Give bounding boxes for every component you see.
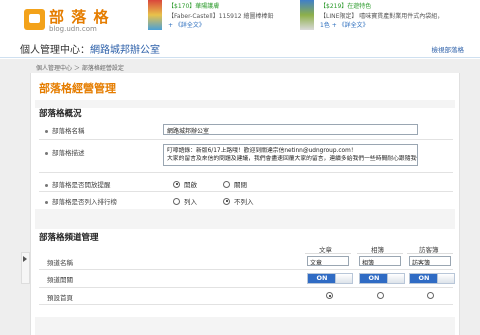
channel-name-guestbook-input[interactable]: 訪客簿 <box>409 256 451 266</box>
row-divider <box>39 304 453 305</box>
office-link[interactable]: 網路城邦辦公室 <box>90 45 160 56</box>
default-home-articles-radio[interactable] <box>326 292 333 299</box>
blog-description-label: 部落格描述 <box>45 147 85 157</box>
logo-subtitle: blog.udn.com <box>49 25 97 33</box>
ad-thumbnail <box>148 0 162 30</box>
blog-name-input[interactable]: 網路城邦辦公室 <box>163 124 418 135</box>
blog-name-label: 部落格名稱 <box>45 125 85 135</box>
ad-headline[interactable]: 【$170】華陽護膚 <box>168 1 219 10</box>
description-line: 叮嚀語錄：新版6/17上路哦！歡迎到關達宗信netinn@udngroup.co… <box>167 148 357 154</box>
comment-option-open[interactable]: 開啟 <box>173 179 197 189</box>
section-divider <box>35 317 455 335</box>
default-home-albums-radio[interactable] <box>377 292 384 299</box>
column-underline <box>357 253 403 254</box>
settings-panel: 部落格經營管理 部落格概況 部落格名稱 網路城邦辦公室 部落格描述 叮嚀語錄：新… <box>30 73 460 335</box>
row-divider <box>39 139 453 140</box>
breadcrumb: 個人管理中心 ＞ 部落格經營設定 <box>36 63 124 72</box>
channel-title: 部落格頻道管理 <box>39 233 99 243</box>
channel-name-label: 頻道名稱 <box>47 259 73 267</box>
toggle-knob <box>387 274 404 283</box>
breadcrumb-current: 部落格經營設定 <box>81 65 124 72</box>
row-divider <box>39 287 453 288</box>
ad-banner-1[interactable]: 【$170】華陽護膚 【Faber-Castell】115912 繪圖棒棒鉛 +… <box>148 0 298 32</box>
ad-banner-2[interactable]: 【$219】在遊特色 【LINE限定】 嘻味寶貫產對業用件式內袋組， 1色 + … <box>300 0 475 32</box>
toggle-on-label: ON <box>360 274 388 283</box>
breadcrumb-home[interactable]: 個人管理中心 <box>36 65 72 72</box>
ad-more-link[interactable]: 1色 + 《詳全文》 <box>320 20 369 29</box>
ad-headline[interactable]: 【$219】在遊特色 <box>320 1 371 10</box>
toggle-on-label: ON <box>410 274 438 283</box>
heading-prefix: 個人管理中心： <box>20 45 90 56</box>
page-titlebar: 個人管理中心：網路城邦辦公室 檢視部落格 <box>0 38 480 58</box>
ad-thumbnail <box>300 0 314 30</box>
overview-title: 部落格概況 <box>39 109 82 119</box>
ad-text: 【Faber-Castell】115912 繪圖棒棒鉛 <box>168 13 274 20</box>
row-divider <box>39 269 453 270</box>
ranking-label: 部落格是否列入排行榜 <box>45 196 117 206</box>
articles-channel-toggle[interactable]: ON <box>307 273 353 284</box>
ad-text: 【LINE限定】 嘻味寶貫產對業用件式內袋組， <box>320 13 444 20</box>
logo-title: 部 落 格 <box>49 8 110 26</box>
albums-channel-toggle[interactable]: ON <box>359 273 405 284</box>
toggle-on-label: ON <box>308 274 336 283</box>
toggle-knob <box>437 274 454 283</box>
radio-selected-icon <box>223 197 230 205</box>
ranking-option-exclude[interactable]: 不列入 <box>223 196 254 206</box>
section-divider <box>35 100 455 108</box>
channel-switch-label: 頻道開關 <box>47 276 73 284</box>
ad-more-link[interactable]: + 《詳全文》 <box>168 20 205 29</box>
column-underline <box>407 253 453 254</box>
udn-blog-logo[interactable]: 部 落 格 blog.udn.com <box>24 6 114 34</box>
logo-badge-icon <box>24 9 45 30</box>
default-home-guestbook-radio[interactable] <box>427 292 434 299</box>
radio-icon <box>223 180 230 188</box>
ranking-option-include[interactable]: 列入 <box>173 196 197 206</box>
toggle-knob <box>335 274 352 283</box>
channel-name-articles-input[interactable]: 文章 <box>307 256 349 266</box>
comment-option-close[interactable]: 關閉 <box>223 179 247 189</box>
arrow-right-icon <box>23 256 27 262</box>
radio-selected-icon <box>173 180 180 188</box>
channel-name-albums-input[interactable]: 相簿 <box>359 256 401 266</box>
row-divider <box>39 191 453 192</box>
page-heading: 個人管理中心：網路城邦辦公室 <box>20 41 160 56</box>
column-underline <box>305 253 351 254</box>
page-title: 部落格經營管理 <box>39 82 116 95</box>
comment-reminder-label: 部落格是否開放提醒 <box>45 179 111 189</box>
blog-description-textarea[interactable]: 叮嚀語錄：新版6/17上路哦！歡迎到關達宗信netinn@udngroup.co… <box>163 144 418 166</box>
description-line: 大家的留言及來信的問題及建議，我們會盡速回覆大家的留言，連續多給我們一些時間耐心… <box>167 156 418 162</box>
default-home-label: 預設首頁 <box>47 294 73 302</box>
sidebar-toggle[interactable] <box>21 252 30 284</box>
radio-icon <box>173 197 180 205</box>
guestbook-channel-toggle[interactable]: ON <box>409 273 455 284</box>
content-area: 個人管理中心 ＞ 部落格經營設定 部落格經營管理 部落格概況 部落格名稱 網路城… <box>0 59 480 335</box>
section-divider <box>35 209 455 229</box>
view-blog-link[interactable]: 檢視部落格 <box>432 44 465 54</box>
row-divider <box>39 172 453 173</box>
top-header: 部 落 格 blog.udn.com 【$170】華陽護膚 【Faber-Cas… <box>0 0 480 38</box>
breadcrumb-separator: ＞ <box>72 65 82 72</box>
